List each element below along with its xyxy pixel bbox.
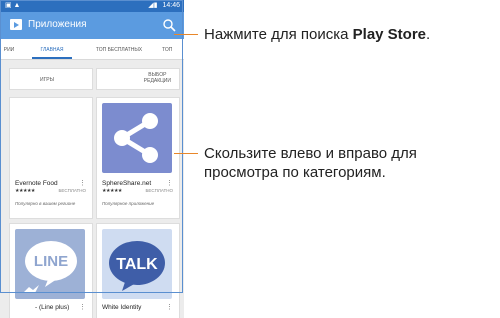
share-icon	[102, 103, 172, 173]
category-games-label: ИГРЫ	[40, 77, 55, 83]
swipe-callout: Скользите влево и вправо для просмотра п…	[204, 145, 417, 181]
category-editors-label: ВЫБОР РЕДАКЦИИ	[143, 72, 171, 84]
search-callout: Нажмите для поиска Play Store.	[204, 26, 431, 43]
app-name: - (Line plus)	[35, 304, 70, 311]
tab-home[interactable]: ГЛАВНАЯ	[32, 39, 72, 59]
app-card-evernote[interactable]: Evernote Food ⋮ ★★★★★ БЕСПЛАТНО Популярн…	[9, 97, 93, 219]
recommendation-hint: Популярно в вашем регионе	[15, 201, 76, 206]
app-card-sphereshare[interactable]: SphereShare.net ⋮ ★★★★★ БЕСПЛАТНО Популя…	[96, 97, 180, 219]
app-name: SphereShare.net	[102, 180, 152, 187]
status-time: 14:46	[162, 2, 180, 9]
price-label: БЕСПЛАТНО	[145, 188, 173, 193]
app-card-talk[interactable]: TALK White Identity ⋮	[96, 223, 180, 318]
overflow-menu-icon[interactable]: ⋮	[166, 303, 173, 311]
swipe-callout-line	[174, 153, 198, 154]
app-name: White Identity	[102, 304, 142, 311]
rating-stars: ★★★★★	[15, 188, 35, 194]
signal-icon: ◢▮	[148, 2, 158, 9]
app-bar: Приложения	[0, 12, 184, 39]
phone-screen: ▣ ▲ ◢▮ 14:46 Приложения РИИ ГЛАВНАЯ ТОП …	[0, 0, 184, 318]
overflow-menu-icon[interactable]: ⋮	[79, 303, 86, 311]
tab-top-free[interactable]: ТОП БЕСПЛАТНЫХ	[86, 39, 152, 59]
overflow-menu-icon[interactable]: ⋮	[79, 179, 86, 187]
overflow-menu-icon[interactable]: ⋮	[166, 179, 173, 187]
status-right: ◢▮ 14:46	[148, 1, 180, 9]
tab-categories[interactable]: РИИ	[0, 39, 24, 59]
talk-icon-text: TALK	[116, 256, 158, 273]
price-label: БЕСПЛАТНО	[58, 188, 86, 193]
search-icon[interactable]	[162, 18, 176, 32]
line-icon-text: LINE	[34, 253, 68, 270]
evernote-icon	[15, 103, 85, 173]
app-title: Приложения	[28, 19, 87, 30]
play-store-icon[interactable]	[10, 19, 22, 30]
recommendation-hint: Популярное приложение	[102, 201, 155, 206]
app-card-line[interactable]: LINE - (Line plus) ⋮	[9, 223, 93, 318]
app-name: Evernote Food	[15, 180, 58, 187]
talk-app-icon: TALK	[102, 229, 172, 299]
line-app-icon: LINE	[15, 229, 85, 299]
tab-strip: РИИ ГЛАВНАЯ ТОП БЕСПЛАТНЫХ ТОП	[0, 39, 184, 60]
tab-top[interactable]: ТОП	[162, 39, 184, 59]
status-bar: ▣ ▲ ◢▮ 14:46	[0, 0, 184, 12]
category-games[interactable]: ИГРЫ	[9, 68, 93, 90]
notification-icons: ▣ ▲	[5, 2, 21, 9]
category-editors-choice[interactable]: ВЫБОР РЕДАКЦИИ	[96, 68, 180, 90]
rating-stars: ★★★★★	[102, 188, 122, 194]
search-callout-line	[174, 34, 198, 35]
